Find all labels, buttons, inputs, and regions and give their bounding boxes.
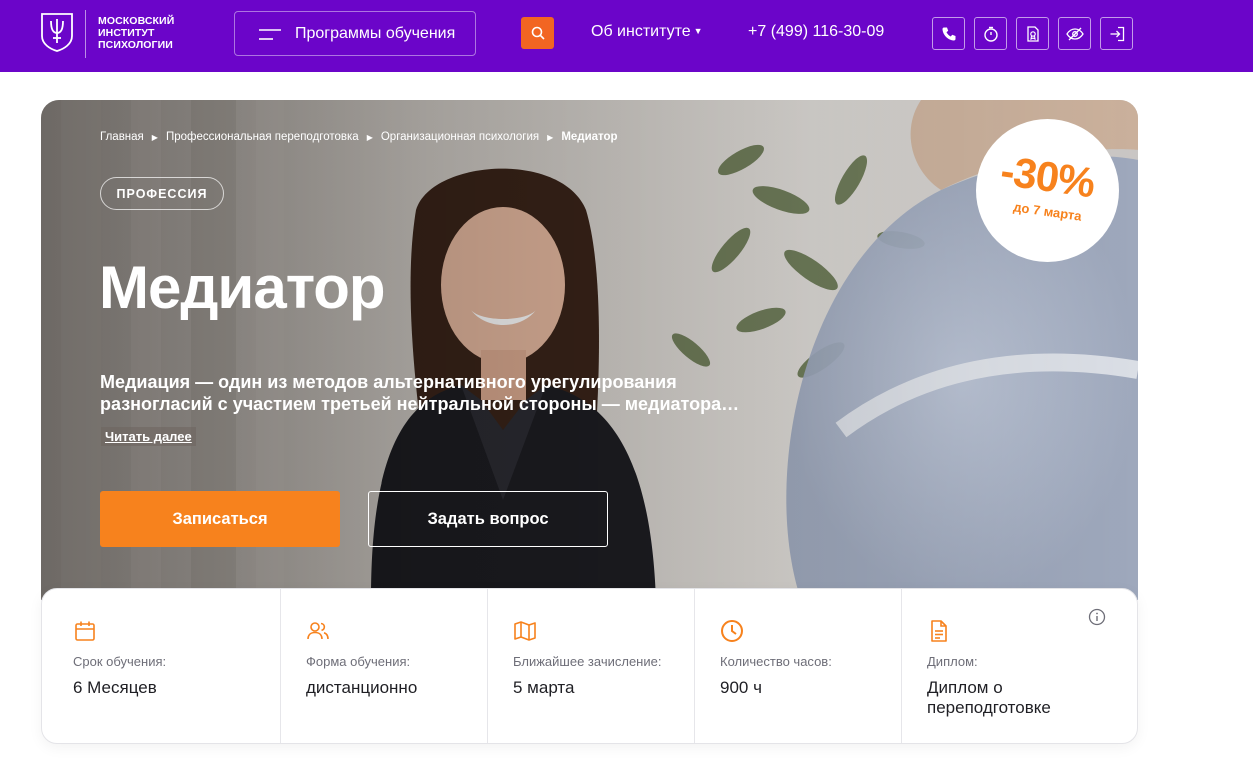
map-icon (514, 621, 536, 641)
login-button[interactable] (1100, 17, 1133, 50)
discount-badge: -30% до 7 марта (976, 119, 1119, 262)
info-label: Срок обучения: (73, 654, 167, 669)
chevron-down-icon: ▼ (693, 26, 703, 36)
breadcrumb-home[interactable]: Главная (100, 131, 144, 143)
breadcrumb: Главная ▶ Профессиональная переподготовк… (100, 131, 618, 143)
document-icon (1026, 25, 1039, 42)
logo-line: МОСКОВСКИЙ (98, 15, 175, 27)
clock-icon (983, 26, 998, 42)
timer-button[interactable] (974, 17, 1007, 50)
clock-icon (721, 620, 743, 642)
page-title: Медиатор (99, 254, 386, 321)
accessibility-eye-icon (1065, 27, 1084, 40)
login-icon (1110, 26, 1124, 41)
about-institute-menu[interactable]: Об институте ▼ (591, 23, 703, 41)
documents-button[interactable] (1016, 17, 1049, 50)
phone-icon (941, 27, 955, 41)
institute-logo[interactable] (40, 12, 74, 52)
info-enrollment: Ближайшее зачисление: 5 марта (487, 589, 694, 743)
phone-link[interactable]: +7 (499) 116-30-09 (748, 23, 884, 41)
breadcrumb-separator-icon: ▶ (366, 132, 373, 142)
search-button[interactable] (521, 17, 554, 49)
info-value: дистанционно (306, 678, 418, 697)
info-value: Диплом о переподготовке (927, 678, 1051, 717)
breadcrumb-retraining[interactable]: Профессиональная переподготовка (166, 131, 359, 143)
course-info-card: Срок обучения: 6 Месяцев Форма обучения:… (41, 588, 1138, 744)
info-label: Количество часов: (720, 654, 832, 669)
programs-menu-label: Программы обучения (295, 25, 456, 42)
breadcrumb-org-psychology[interactable]: Организационная психология (381, 131, 539, 143)
ask-question-button[interactable]: Задать вопрос (368, 491, 608, 547)
breadcrumb-separator-icon: ▶ (547, 132, 554, 142)
calendar-icon (75, 621, 95, 641)
programs-menu-button[interactable]: Программы обучения (234, 11, 476, 56)
site-header: МОСКОВСКИЙ ИНСТИТУТ ПСИХОЛОГИИ Программы… (0, 0, 1253, 72)
hero-banner: Главная ▶ Профессиональная переподготовк… (41, 100, 1138, 600)
info-label: Диплом: (927, 654, 978, 669)
info-label: Ближайшее зачисление: (513, 654, 662, 669)
info-value: 6 Месяцев (73, 678, 157, 697)
logo-line: ИНСТИТУТ (98, 27, 155, 39)
breadcrumb-current: Медиатор (561, 131, 618, 143)
accessibility-button[interactable] (1058, 17, 1091, 50)
info-hours: Количество часов: 900 ч (694, 589, 901, 743)
about-institute-label: Об институте (591, 23, 691, 40)
info-duration: Срок обучения: 6 Месяцев (42, 589, 280, 743)
enroll-button[interactable]: Записаться (100, 491, 340, 547)
call-button[interactable] (932, 17, 965, 50)
users-icon (307, 622, 329, 640)
info-value: 5 марта (513, 678, 575, 697)
menu-icon (259, 29, 281, 40)
logo-divider (85, 10, 86, 58)
profession-tag: ПРОФЕССИЯ (100, 177, 224, 210)
info-format: Форма обучения: дистанционно (280, 589, 487, 743)
course-description: Медиация — один из методов альтернативно… (100, 372, 740, 414)
logo-line: ПСИХОЛОГИИ (98, 39, 173, 51)
info-value: 900 ч (720, 678, 762, 697)
search-icon (531, 26, 545, 40)
info-label: Форма обучения: (306, 654, 411, 669)
info-icon[interactable] (1088, 608, 1106, 626)
logo-text[interactable]: МОСКОВСКИЙ ИНСТИТУТ ПСИХОЛОГИИ (98, 15, 208, 51)
read-more-link[interactable]: Читать далее (101, 427, 196, 446)
diploma-icon (931, 620, 947, 642)
breadcrumb-separator-icon: ▶ (151, 132, 158, 142)
